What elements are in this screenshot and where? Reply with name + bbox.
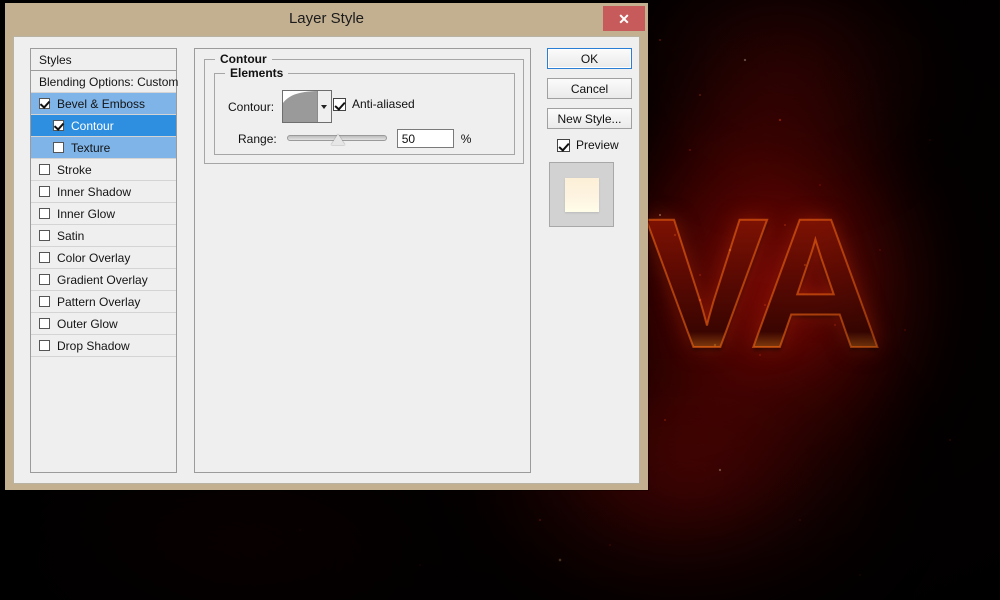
close-icon: ✕ — [618, 12, 630, 26]
styles-header-label: Styles — [39, 53, 72, 67]
range-row: Range: % — [238, 129, 471, 148]
contour-preset-picker[interactable] — [282, 90, 332, 123]
styles-list-item-label: Pattern Overlay — [57, 295, 140, 309]
style-enable-checkbox[interactable] — [39, 340, 50, 351]
dialog-title: Layer Style — [5, 10, 648, 27]
blending-options-label: Blending Options: Custom — [39, 75, 178, 89]
contour-curve-svg — [283, 91, 317, 122]
style-enable-checkbox[interactable] — [39, 230, 50, 241]
antialiased-checkbox[interactable] — [333, 98, 346, 111]
styles-list-item-label: Gradient Overlay — [57, 273, 148, 287]
contour-group: Contour Elements Contour: — [204, 59, 524, 164]
layer-style-dialog: Layer Style ✕ Styles Blending Options: C… — [5, 3, 648, 490]
preview-checkbox[interactable] — [557, 139, 570, 152]
styles-list-item-label: Texture — [71, 141, 110, 155]
style-enable-checkbox[interactable] — [53, 142, 64, 153]
contour-field-label: Contour: — [228, 100, 274, 114]
range-value-input[interactable] — [397, 129, 454, 148]
styles-list-item-label: Contour — [71, 119, 114, 133]
range-field-label: Range: — [238, 132, 277, 146]
elements-group-title: Elements — [225, 66, 288, 80]
new-style-button[interactable]: New Style... — [547, 108, 632, 129]
chevron-down-icon — [321, 105, 327, 109]
range-slider-thumb[interactable] — [331, 134, 345, 145]
dialog-titlebar: Layer Style ✕ — [5, 3, 648, 35]
styles-list-item-label: Satin — [57, 229, 84, 243]
contour-dropdown-button[interactable] — [317, 91, 331, 122]
styles-list-item-label: Inner Shadow — [57, 185, 131, 199]
style-enable-checkbox[interactable] — [39, 186, 50, 197]
elements-group: Elements Contour: — [214, 73, 515, 155]
antialiased-row[interactable]: Anti-aliased — [333, 97, 415, 111]
styles-list-item-label: Inner Glow — [57, 207, 115, 221]
styles-list-item[interactable]: Bevel & Emboss — [31, 93, 176, 115]
contour-group-title: Contour — [215, 52, 272, 66]
style-enable-checkbox[interactable] — [39, 318, 50, 329]
style-enable-checkbox[interactable] — [39, 164, 50, 175]
style-enable-checkbox[interactable] — [39, 296, 50, 307]
styles-list-item-label: Drop Shadow — [57, 339, 130, 353]
styles-list-item-label: Color Overlay — [57, 251, 130, 265]
styles-list-item-label: Outer Glow — [57, 317, 118, 331]
styles-list-panel: Styles Blending Options: Custom Bevel & … — [30, 48, 177, 473]
style-enable-checkbox[interactable] — [53, 120, 64, 131]
style-enable-checkbox[interactable] — [39, 274, 50, 285]
contour-settings-panel: Contour Elements Contour: — [194, 48, 531, 473]
ok-button[interactable]: OK — [547, 48, 632, 69]
styles-list-item[interactable]: Gradient Overlay — [31, 269, 176, 291]
styles-list-item[interactable]: Contour — [31, 115, 176, 137]
antialiased-label: Anti-aliased — [352, 97, 415, 111]
styles-list-item[interactable]: Inner Glow — [31, 203, 176, 225]
style-enable-checkbox[interactable] — [39, 98, 50, 109]
preview-swatch — [565, 178, 599, 212]
styles-list-item[interactable]: Inner Shadow — [31, 181, 176, 203]
styles-item-container: Bevel & Emboss Contour Texture Stroke Inner … — [31, 93, 176, 357]
styles-list-item[interactable]: Stroke — [31, 159, 176, 181]
close-button[interactable]: ✕ — [603, 6, 645, 31]
styles-list-item[interactable]: Outer Glow — [31, 313, 176, 335]
style-enable-checkbox[interactable] — [39, 208, 50, 219]
styles-list-item[interactable]: Satin — [31, 225, 176, 247]
range-percent-label: % — [461, 132, 472, 146]
style-enable-checkbox[interactable] — [39, 252, 50, 263]
range-slider[interactable] — [287, 130, 387, 148]
dialog-body: Styles Blending Options: Custom Bevel & … — [13, 36, 640, 484]
styles-list-item[interactable]: Color Overlay — [31, 247, 176, 269]
cancel-button[interactable]: Cancel — [547, 78, 632, 99]
styles-list-header[interactable]: Styles — [31, 49, 176, 71]
styles-list-item-label: Stroke — [57, 163, 92, 177]
styles-list-item-label: Bevel & Emboss — [57, 97, 145, 111]
preview-toggle-row[interactable]: Preview — [557, 138, 632, 152]
styles-list-item[interactable]: Texture — [31, 137, 176, 159]
preview-label: Preview — [576, 138, 619, 152]
styles-list-item[interactable]: Drop Shadow — [31, 335, 176, 357]
dialog-button-column: OK Cancel New Style... Preview — [547, 48, 632, 227]
blending-options-row[interactable]: Blending Options: Custom — [31, 71, 176, 93]
styles-list-item[interactable]: Pattern Overlay — [31, 291, 176, 313]
contour-preset-row: Contour: — [228, 90, 332, 123]
contour-curve-thumbnail — [283, 91, 317, 122]
preview-thumbnail — [549, 162, 614, 227]
